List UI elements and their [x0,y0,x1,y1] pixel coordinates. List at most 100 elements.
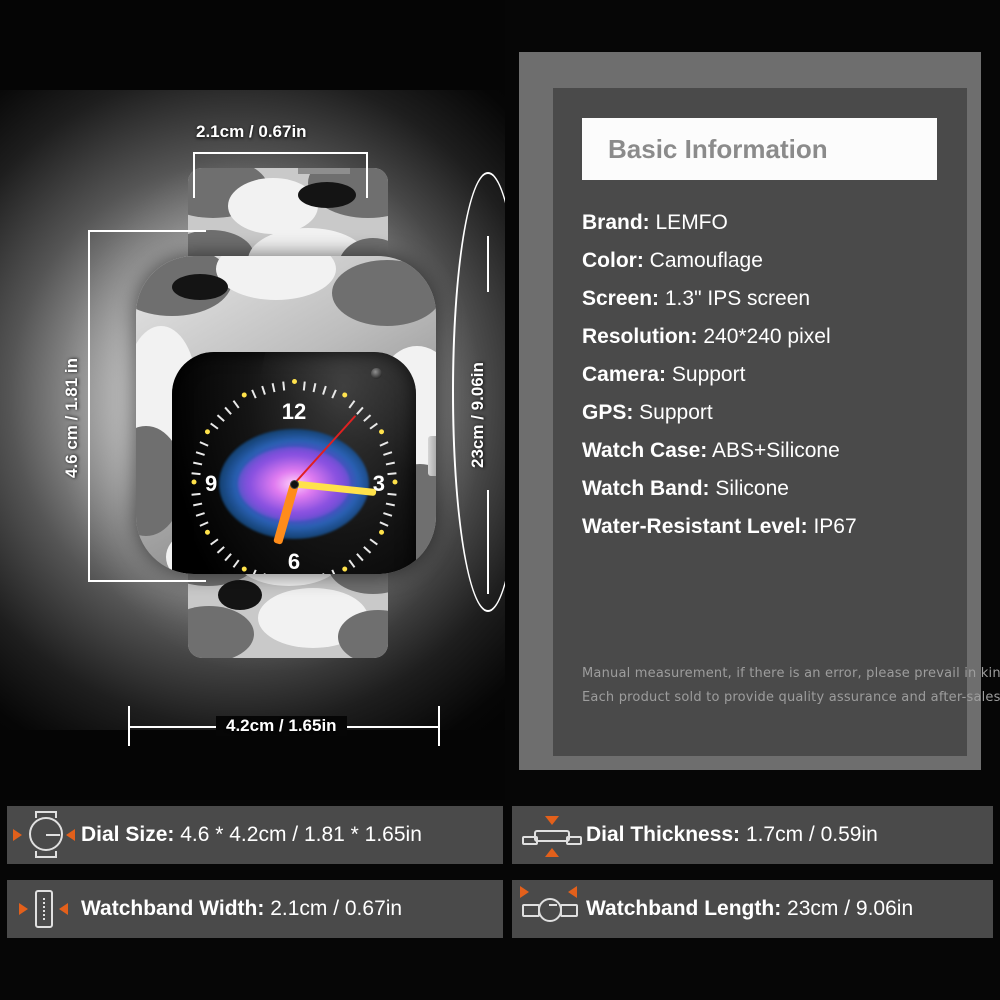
dimension-case-width-cap-right [438,706,440,746]
disclaimer-notes: Manual measurement, if there is an error… [582,662,1000,710]
dimension-band-length-label: 23cm / 9.06in [468,362,487,468]
second-hand [293,414,357,485]
dimension-case-height-label: 4.6 cm / 1.81 in [62,357,81,478]
dial-tick [191,492,201,496]
spec-row: Water-Resistant Level: IP67 [582,508,953,546]
spec-bar-dial-size: Dial Size: 4.6 * 4.2cm / 1.81 * 1.65in [7,806,503,864]
dial-tick [369,422,378,430]
dial-tick [385,502,395,507]
dial-tick [251,389,257,399]
basic-information-panel: Basic Information Brand: LEMFO Color: Cam… [519,52,1000,770]
spec-bar-watchband-width-text: Watchband Width: 2.1cm / 0.67in [81,897,402,921]
spec-row: Resolution: 240*240 pixel [582,318,953,356]
spec-label: Water-Resistant Level: [582,515,808,538]
dial-tick [322,385,327,395]
spec-row: GPS: Support [582,394,953,432]
dimension-band-length-tick-bottom [487,490,489,594]
spec-value: Camouflage [643,249,763,272]
spec-value: LEMFO [649,211,728,234]
spec-value: ABS+Silicone [707,439,840,462]
dial-tick [195,451,205,456]
dimension-band-length-tick-top [487,236,489,292]
dial-tick [379,441,389,447]
dial-tick [331,569,337,574]
spec-bar-watchband-length: Watchband Length: 23cm / 9.06in [512,880,993,938]
spec-label: Watch Band: [582,477,710,500]
spec-row: Watch Case: ABS+Silicone [582,432,953,470]
dial-tick [210,422,219,430]
watchband-strap-icon [7,880,81,938]
spec-bar-watchband-width: Watchband Width: 2.1cm / 0.67in [7,880,503,938]
camera-icon [371,368,382,379]
dial-numeral-9: 9 [205,471,218,496]
spec-row: Screen: 1.3" IPS screen [582,280,953,318]
spec-value: Silicone [709,477,789,500]
spec-bar-watchband-length-label: Watchband Length: [586,897,782,920]
dial-burst-graphic [219,429,369,539]
dial-marker-dot [291,379,297,384]
dial-tick [271,383,276,393]
dial-tick [348,400,356,409]
watch-side-icon [512,880,586,938]
dial-tick [379,521,389,527]
spec-label: Screen: [582,287,660,310]
watch-profile-icon [512,806,586,864]
disclaimer-line: Manual measurement, if there is an error… [582,666,1000,681]
dial-tick [322,573,327,574]
dial-tick [224,553,232,562]
disclaimer-line: Each product sold to provide quality ass… [582,690,1000,705]
spec-bar-watchband-width-value: 2.1cm / 0.67in [270,897,403,920]
dial-marker-dot [377,528,385,536]
spec-bar-dial-thickness-value: 1.7cm / 0.59in [745,823,878,846]
spec-bar-dial-thickness: Dial Thickness: 1.7cm / 0.59in [512,806,993,864]
spec-label: Color: [582,249,644,272]
watch-crown[interactable] [428,436,436,476]
dial-marker-dot [340,565,348,573]
watch-screen: 12 3 6 9 [172,352,416,574]
spec-value: Support [633,401,713,424]
minute-hand [293,480,376,497]
dial-marker-dot [240,565,248,573]
spec-list: Brand: LEMFO Color: Camouflage Screen: 1.3… [582,204,953,546]
spec-value: IP67 [807,515,857,538]
dial-tick [356,406,364,415]
dial-tick [385,461,395,466]
dimension-case-width-cap-left [128,706,130,746]
dial-tick [282,381,286,391]
dial-marker-dot [191,479,196,485]
dimension-band-width-cap-left [193,152,195,198]
dial-tick [216,414,225,422]
spec-bar-watchband-length-text: Watchband Length: 23cm / 9.06in [586,897,913,921]
dimension-case-width-label: 4.2cm / 1.65in [216,716,347,736]
spec-bar-watchband-length-value: 23cm / 9.06in [787,897,914,920]
dial-tick [312,383,317,393]
spec-bar-dial-size-value: 4.6 * 4.2cm / 1.81 * 1.65in [180,823,422,846]
dial-tick [387,472,397,476]
dimension-band-width-cap-right [366,152,368,198]
watch-face-icon [7,806,81,864]
spec-bar-dial-thickness-label: Dial Thickness: [586,823,741,846]
dimension-case-height-rule [88,230,90,582]
dial-tick [356,553,364,562]
dial-center-pin [289,479,299,489]
spec-label: Resolution: [582,325,698,348]
spec-value: 240*240 pixel [697,325,831,348]
dial-tick [331,389,337,399]
dial-marker-dot [377,428,385,436]
dial-tick [369,538,378,546]
spec-value: Support [666,363,746,386]
spec-row: Watch Band: Silicone [582,470,953,508]
dial-marker-dot [240,391,248,399]
dial-tick [251,569,257,574]
dial-tick [216,546,225,554]
spec-value: 1.3" IPS screen [659,287,811,310]
panel-title: Basic Information [608,133,828,164]
dial-tick [191,472,201,476]
dial-tick [232,559,240,568]
dimension-case-height-cap-bottom [88,580,206,582]
spec-label: Camera: [582,363,667,386]
dial-numeral-6: 6 [287,549,301,574]
dial-tick [302,381,306,391]
watch-lug-top [298,168,350,174]
dial-tick [383,512,393,517]
